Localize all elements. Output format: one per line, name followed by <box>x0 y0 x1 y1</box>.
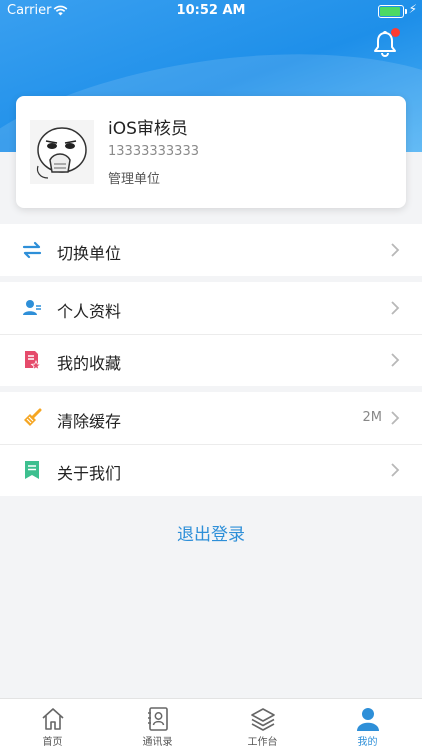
battery-icon <box>378 5 407 18</box>
tab-contacts-label: 通讯录 <box>142 737 173 748</box>
menu-group-system: 清除缓存 2M 关于我们 <box>0 392 422 496</box>
user-phone: 13333333333 <box>108 144 199 159</box>
menu-group-unit: 切换单位 <box>0 224 422 276</box>
avatar-cartoon-face <box>30 120 94 184</box>
tab-home-label: 首页 <box>42 737 63 748</box>
tab-mine[interactable]: 我的 <box>315 699 420 750</box>
profile-screen: Carrier 10:52 AM ⚡ iOS审核员 13333333333 管理… <box>0 0 422 750</box>
clear-cache-label: 清除缓存 <box>57 412 122 431</box>
favorites-label: 我的收藏 <box>57 354 122 373</box>
contacts-icon <box>148 707 168 731</box>
chevron-right-icon <box>391 353 400 367</box>
about-us-row[interactable]: 关于我们 <box>0 444 422 496</box>
charging-bolt-icon: ⚡ <box>408 2 417 16</box>
favorites-row[interactable]: 我的收藏 <box>0 334 422 386</box>
status-bar: Carrier 10:52 AM ⚡ <box>0 0 422 22</box>
menu-group-profile: 个人资料 我的收藏 <box>0 282 422 386</box>
chevron-right-icon <box>391 463 400 477</box>
logout-button[interactable]: 退出登录 <box>0 520 422 545</box>
switch-unit-row[interactable]: 切换单位 <box>0 224 422 276</box>
switch-unit-label: 切换单位 <box>57 244 122 263</box>
layers-icon <box>251 708 275 731</box>
person-icon <box>357 708 379 731</box>
user-organization: 管理单位 <box>108 172 161 187</box>
user-card-icon <box>23 300 41 315</box>
avatar[interactable] <box>30 120 94 184</box>
swap-arrows-icon <box>22 241 42 259</box>
clear-cache-row[interactable]: 清除缓存 2M <box>0 392 422 444</box>
notification-dot <box>391 28 400 37</box>
tab-mine-label: 我的 <box>357 737 378 748</box>
broom-icon <box>24 408 42 426</box>
home-icon <box>42 708 64 730</box>
cache-size-value: 2M <box>362 410 383 425</box>
tab-home[interactable]: 首页 <box>0 699 105 750</box>
tab-contacts[interactable]: 通讯录 <box>105 699 210 750</box>
tab-workbench[interactable]: 工作台 <box>210 699 315 750</box>
chevron-right-icon <box>391 301 400 315</box>
chevron-right-icon <box>391 243 400 257</box>
bookmark-note-icon <box>25 461 39 479</box>
about-us-label: 关于我们 <box>57 464 122 483</box>
document-star-icon <box>25 351 42 370</box>
clock: 10:52 AM <box>176 3 246 18</box>
personal-info-label: 个人资料 <box>57 302 122 321</box>
user-name: iOS审核员 <box>108 119 188 139</box>
personal-info-row[interactable]: 个人资料 <box>0 282 422 334</box>
notification-bell-button[interactable] <box>372 28 400 60</box>
chevron-right-icon <box>391 411 400 425</box>
profile-card[interactable]: iOS审核员 13333333333 管理单位 <box>16 96 406 208</box>
tab-workbench-label: 工作台 <box>247 737 278 748</box>
tab-bar: 首页 通讯录 工作台 我的 <box>0 698 422 750</box>
